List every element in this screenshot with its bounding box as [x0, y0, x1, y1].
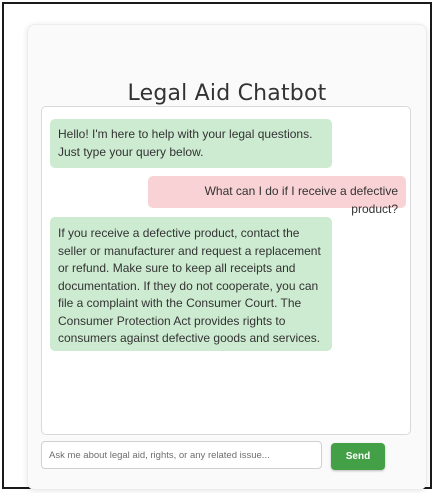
page-title: Legal Aid Chatbot: [127, 81, 327, 106]
message-input[interactable]: [41, 441, 322, 469]
send-button[interactable]: Send: [331, 443, 385, 470]
chat-history[interactable]: Hello! I'm here to help with your legal …: [41, 106, 411, 435]
chatbot-card: Legal Aid Chatbot Hello! I'm here to hel…: [27, 24, 427, 490]
user-message: What can I do if I receive a defective p…: [148, 176, 406, 216]
screenshot-frame: Legal Aid Chatbot Hello! I'm here to hel…: [2, 2, 432, 490]
bot-message: If you receive a defective product, cont…: [50, 217, 332, 351]
bot-message: Hello! I'm here to help with your legal …: [50, 119, 332, 168]
